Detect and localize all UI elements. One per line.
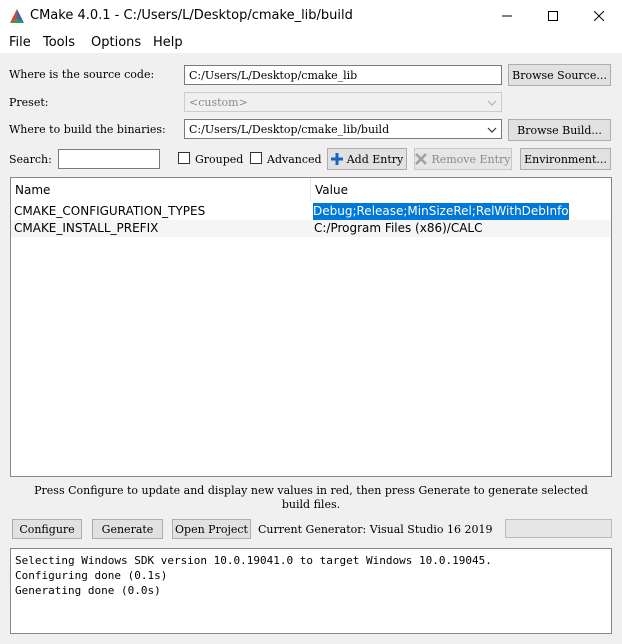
configure-button[interactable]: Configure (12, 519, 82, 539)
search-input[interactable] (58, 149, 160, 169)
hint-line-2: build files. (281, 498, 341, 511)
column-header-value[interactable]: Value (311, 178, 611, 202)
menu-tools[interactable]: Tools (43, 35, 75, 50)
generate-button[interactable]: Generate (92, 519, 163, 539)
plus-icon (330, 153, 343, 165)
cell-value[interactable]: Debug;Release;MinSizeRel;RelWithDebInfo (313, 203, 569, 220)
environment-button[interactable]: Environment... (520, 148, 611, 170)
menu-help[interactable]: Help (153, 35, 183, 50)
minimize-icon (502, 15, 512, 16)
chevron-down-icon (487, 127, 497, 133)
minimize-button[interactable] (484, 0, 530, 31)
cache-table[interactable]: Name Value CMAKE_CONFIGURATION_TYPES Deb… (10, 177, 612, 477)
hint-text: Press Configure to update and display ne… (12, 484, 610, 512)
remove-entry-button[interactable]: Remove Entry (414, 148, 512, 170)
cmake-triangle-icon (10, 9, 24, 23)
source-label: Where is the source code: (9, 68, 155, 81)
close-icon (594, 10, 604, 21)
add-entry-button[interactable]: Add Entry (327, 148, 407, 170)
menu-options[interactable]: Options (91, 35, 141, 50)
build-value: C:/Users/L/Desktop/cmake_lib/build (189, 123, 390, 136)
output-log[interactable]: Selecting Windows SDK version 10.0.19041… (10, 548, 612, 634)
cell-value[interactable]: C:/Program Files (x86)/CALC (314, 220, 483, 237)
grouped-checkbox[interactable] (178, 152, 190, 164)
hint-line-1: Press Configure to update and display ne… (34, 484, 588, 497)
cell-name: CMAKE_INSTALL_PREFIX (14, 221, 159, 235)
table-row[interactable]: CMAKE_INSTALL_PREFIX C:/Program Files (x… (11, 220, 611, 237)
advanced-checkbox[interactable] (250, 152, 262, 164)
x-icon (415, 153, 428, 165)
advanced-label: Advanced (267, 153, 322, 166)
cell-name: CMAKE_CONFIGURATION_TYPES (14, 204, 206, 218)
remove-entry-label: Remove Entry (431, 152, 511, 166)
browse-source-button[interactable]: Browse Source... (508, 64, 611, 86)
column-header-name[interactable]: Name (11, 178, 311, 202)
maximize-button[interactable] (530, 0, 576, 31)
menu-file[interactable]: File (9, 35, 31, 50)
log-line: Selecting Windows SDK version 10.0.19041… (15, 554, 492, 567)
preset-label: Preset: (9, 96, 49, 109)
window-title: CMake 4.0.1 - C:/Users/L/Desktop/cmake_l… (30, 8, 353, 23)
open-project-button[interactable]: Open Project (172, 519, 251, 539)
source-input[interactable]: C:/Users/L/Desktop/cmake_lib (184, 65, 502, 85)
maximize-icon (548, 10, 558, 21)
search-label: Search: (9, 153, 52, 166)
build-select[interactable]: C:/Users/L/Desktop/cmake_lib/build (184, 119, 502, 139)
browse-build-button[interactable]: Browse Build... (508, 119, 611, 141)
progress-bar (505, 519, 612, 538)
preset-value: <custom> (189, 96, 248, 109)
log-line: Generating done (0.0s) (15, 584, 161, 597)
log-line: Configuring done (0.1s) (15, 569, 168, 582)
current-generator: Current Generator: Visual Studio 16 2019 (258, 523, 493, 536)
table-row[interactable]: CMAKE_CONFIGURATION_TYPES Debug;Release;… (11, 203, 611, 220)
add-entry-label: Add Entry (346, 152, 404, 166)
close-button[interactable] (576, 0, 622, 31)
preset-select[interactable]: <custom> (184, 92, 502, 112)
build-label: Where to build the binaries: (9, 123, 166, 136)
chevron-down-icon (487, 100, 497, 106)
grouped-label: Grouped (195, 153, 244, 166)
